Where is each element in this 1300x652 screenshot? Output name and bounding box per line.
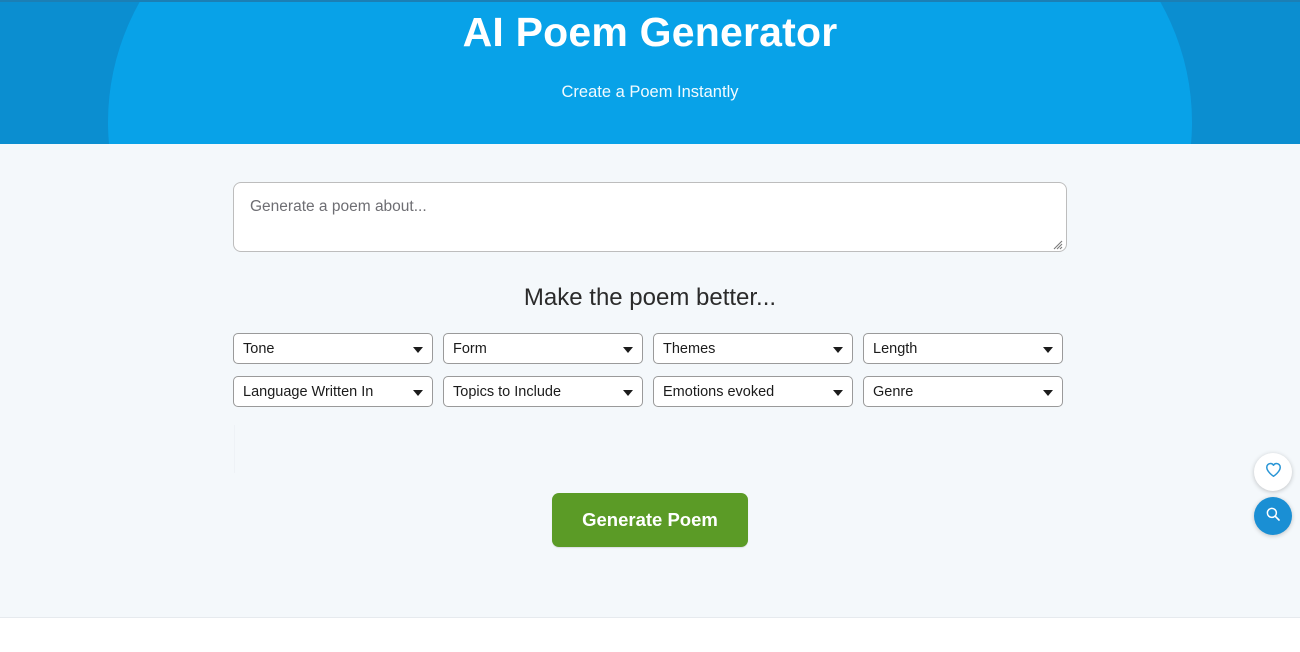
select-length[interactable]: Length [863,333,1063,364]
options-spacer [233,407,1067,493]
poem-prompt-input[interactable] [233,182,1067,252]
select-emotions-evoked-label: Emotions evoked [663,383,774,401]
search-icon [1264,505,1282,528]
select-themes[interactable]: Themes [653,333,853,364]
generate-row: Generate Poem [233,493,1067,547]
chevron-down-icon [1043,347,1053,353]
footer-area [0,618,1300,652]
form-container: Make the poem better... Tone Form Themes… [233,144,1067,547]
chevron-down-icon [833,347,843,353]
favorite-fab-button[interactable] [1254,453,1292,491]
select-length-label: Length [873,340,917,358]
select-emotions-evoked[interactable]: Emotions evoked [653,376,853,407]
select-language-written-in[interactable]: Language Written In [233,376,433,407]
page-title: AI Poem Generator [463,4,838,60]
generate-poem-button[interactable]: Generate Poem [552,493,748,547]
heart-icon [1264,460,1283,484]
prompt-wrapper [233,182,1067,252]
chevron-down-icon [623,347,633,353]
chevron-down-icon [413,347,423,353]
chevron-down-icon [623,390,633,396]
select-tone[interactable]: Tone [233,333,433,364]
select-topics-to-include-label: Topics to Include [453,383,561,401]
page-subtitle: Create a Poem Instantly [561,82,738,102]
chevron-down-icon [1043,390,1053,396]
select-form[interactable]: Form [443,333,643,364]
select-tone-label: Tone [243,340,274,358]
search-fab-button[interactable] [1254,497,1292,535]
page-header: AI Poem Generator Create a Poem Instantl… [0,0,1300,144]
select-genre-label: Genre [873,383,913,401]
header-content: AI Poem Generator Create a Poem Instantl… [0,2,1300,144]
select-topics-to-include[interactable]: Topics to Include [443,376,643,407]
main-content: Make the poem better... Tone Form Themes… [0,144,1300,617]
vertical-divider [234,425,235,473]
select-language-written-in-label: Language Written In [243,383,373,401]
select-themes-label: Themes [663,340,715,358]
page-root: AI Poem Generator Create a Poem Instantl… [0,0,1300,652]
options-grid: Tone Form Themes Length Language Written [233,333,1067,407]
select-genre[interactable]: Genre [863,376,1063,407]
chevron-down-icon [833,390,843,396]
chevron-down-icon [413,390,423,396]
select-form-label: Form [453,340,487,358]
options-heading: Make the poem better... [233,252,1067,313]
